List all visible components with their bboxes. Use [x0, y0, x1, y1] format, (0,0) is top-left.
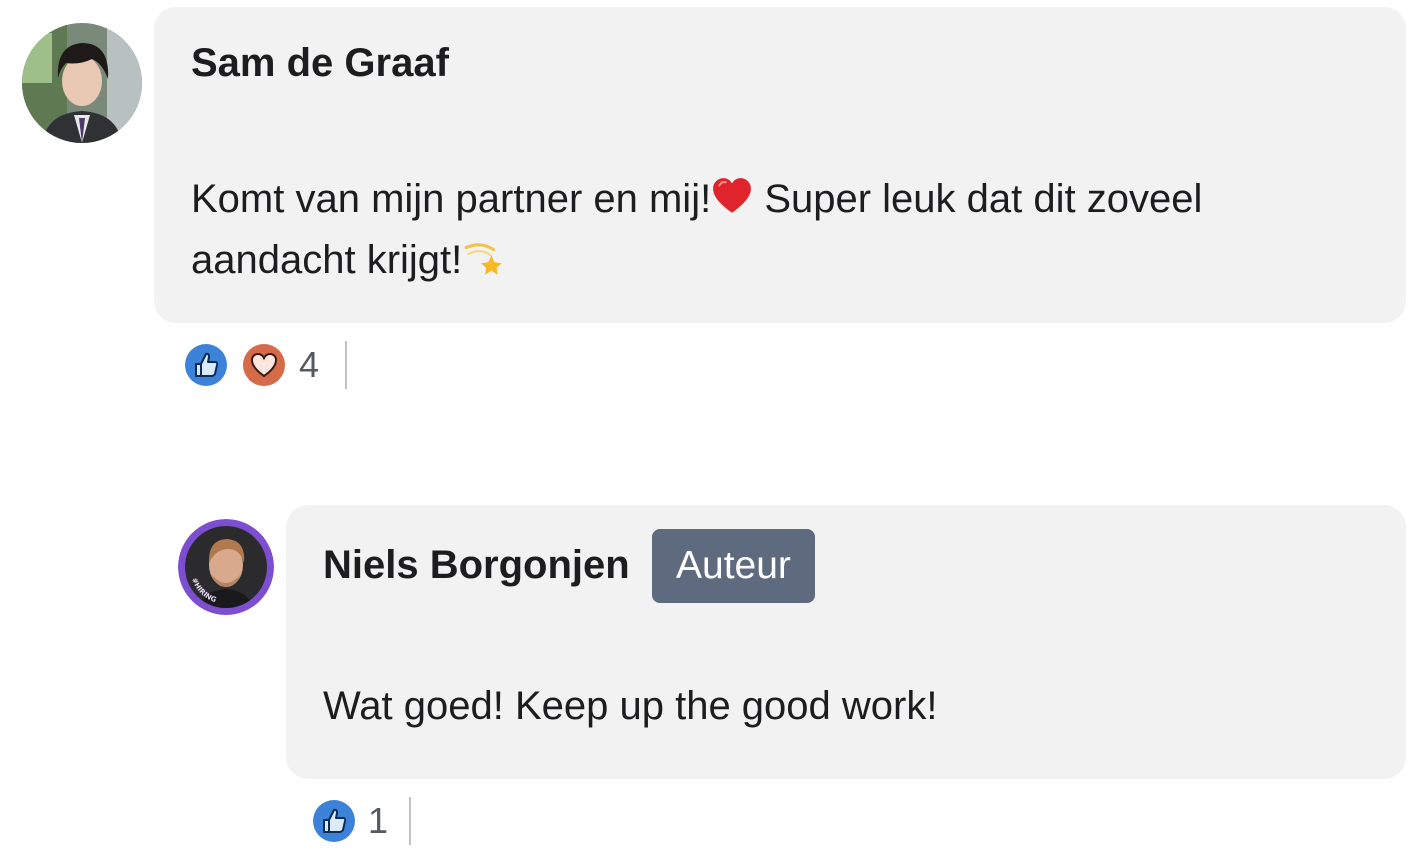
love-reaction-icon: [243, 344, 285, 386]
dizzy-star-emoji-icon: [464, 243, 503, 275]
author-badge: Auteur: [652, 529, 815, 603]
comment-bubble: Sam de Graaf Komt van mijn partner en mi…: [154, 7, 1406, 323]
reaction-count: 1: [368, 800, 389, 841]
reply-author-name[interactable]: Niels Borgonjen: [323, 541, 630, 589]
comment-text-part: Komt van mijn partner en mij!: [191, 177, 712, 221]
like-reaction-icon: [313, 800, 355, 842]
reaction-divider: [409, 797, 411, 845]
reply-bubble: Niels Borgonjen Auteur Wat goed! Keep up…: [286, 505, 1406, 779]
avatar-niels-borgonjen[interactable]: #HIRING: [178, 519, 274, 615]
reply-text: Wat goed! Keep up the good work!: [323, 684, 938, 728]
reaction-count: 4: [299, 344, 320, 385]
avatar-sam-de-graaf[interactable]: [22, 23, 142, 143]
like-reaction-icon: [185, 344, 227, 386]
comment-author-name[interactable]: Sam de Graaf: [191, 39, 449, 87]
reaction-divider: [345, 341, 347, 389]
comment-text: Komt van mijn partner en mij! Super leuk…: [191, 169, 1351, 291]
red-heart-emoji-icon: [713, 178, 752, 213]
